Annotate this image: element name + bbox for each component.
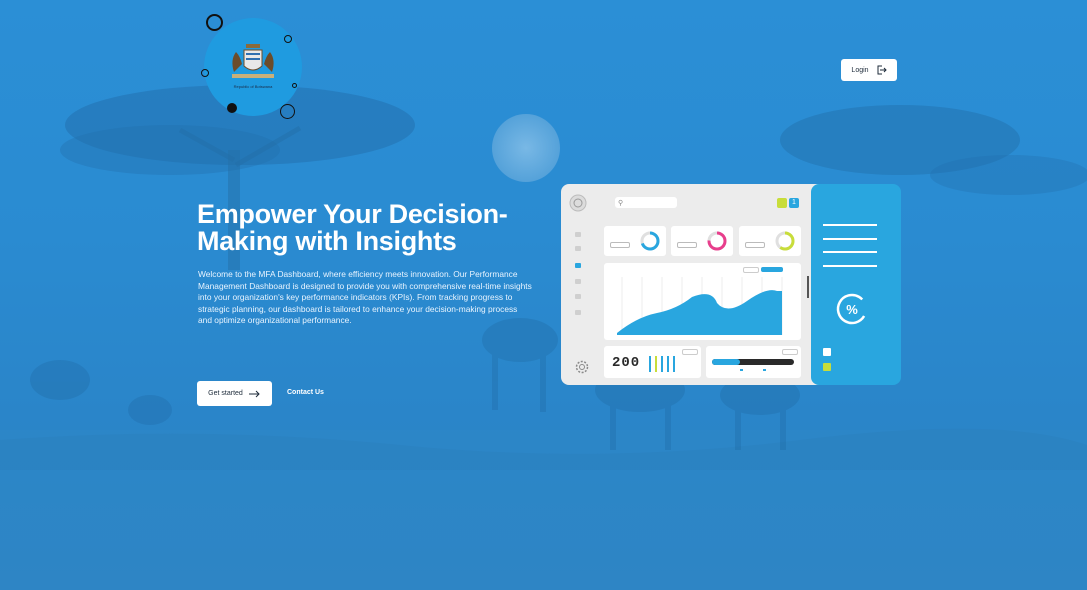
mockup-mini-bars <box>649 356 675 372</box>
login-label: Login <box>851 66 869 74</box>
get-started-button[interactable]: Get started <box>197 381 272 406</box>
arrow-right-icon <box>248 390 260 397</box>
logo-ring-decor <box>201 69 209 77</box>
side-panel-line <box>823 224 877 226</box>
logo-ring-decor <box>284 35 292 43</box>
mockup-sidebar-icon <box>575 294 581 299</box>
side-panel-square <box>823 348 831 356</box>
mockup-kpi-card <box>671 226 733 256</box>
logo-ring-decor <box>280 104 295 119</box>
mockup-counter: 200 <box>612 355 641 371</box>
mockup-kpi-card <box>739 226 801 256</box>
coat-of-arms-icon <box>232 44 274 78</box>
percent-ring-icon: % <box>836 293 868 325</box>
mockup-badge-green <box>777 198 787 208</box>
mockup-scrollbar <box>807 276 809 298</box>
logout-arrow-icon <box>877 65 887 75</box>
logo-ring-decor <box>206 14 223 31</box>
kpi-ring-icon <box>707 231 727 251</box>
hero-title: Empower Your Decision- Making with Insig… <box>197 201 527 255</box>
mockup-counter-card: 200 <box>604 346 701 378</box>
mockup-sidebar-icon <box>575 246 581 251</box>
logo-ring-decor <box>292 83 297 88</box>
logo-caption: Republic of Botswana <box>233 84 273 89</box>
gear-icon <box>575 360 589 374</box>
mockup-progress-fill <box>712 359 740 365</box>
hero-title-line: Making with Insights <box>197 226 457 256</box>
hero-title-line: Empower Your Decision- <box>197 199 508 229</box>
side-panel-line <box>823 265 877 267</box>
mockup-sidebar-icon-active <box>575 263 581 268</box>
background-scenery <box>0 85 1087 590</box>
mockup-progress-card <box>706 346 801 378</box>
mockup-badge-count: 1 <box>789 198 799 208</box>
mockup-sidebar-icon <box>575 279 581 284</box>
logo-ring-decor <box>227 103 237 113</box>
side-panel-square <box>823 363 831 371</box>
hero-description: Welcome to the MFA Dashboard, where effi… <box>198 269 532 326</box>
side-panel-line <box>823 238 877 240</box>
percent-symbol: % <box>846 302 858 317</box>
kpi-ring-icon <box>640 231 660 251</box>
mockup-area-chart-card <box>604 263 801 340</box>
mockup-logo-icon <box>569 194 587 212</box>
logo[interactable]: Republic of Botswana <box>198 14 308 126</box>
moon <box>492 114 560 182</box>
kpi-ring-icon <box>775 231 795 251</box>
side-panel-line <box>823 251 877 253</box>
search-icon: ⚲ <box>618 200 624 207</box>
get-started-label: Get started <box>208 390 243 397</box>
contact-us-link[interactable]: Contact Us <box>287 389 324 396</box>
mockup-sidebar-icon <box>575 232 581 237</box>
mockup-sidebar-icon <box>575 310 581 315</box>
mockup-kpi-card <box>604 226 666 256</box>
dashboard-illustration: ⚲ 1 200 % <box>561 184 901 385</box>
mockup-area-chart <box>617 277 783 335</box>
mockup-search-bar: ⚲ <box>615 197 677 208</box>
login-button[interactable]: Login <box>841 59 897 81</box>
